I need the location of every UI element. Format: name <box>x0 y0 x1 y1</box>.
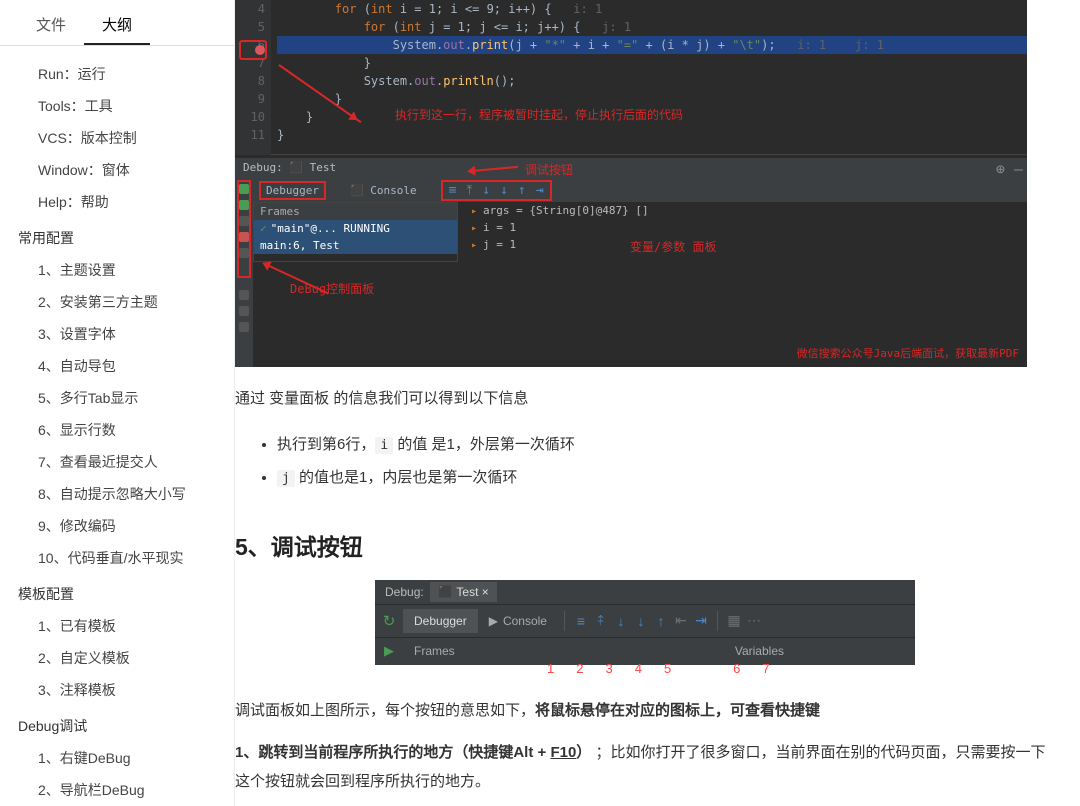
nav-item[interactable]: 6、显示行数 <box>0 414 234 446</box>
close-icon: ⊕ — <box>996 160 1023 178</box>
nav-item[interactable]: 1、主题设置 <box>0 254 234 286</box>
nav-item[interactable]: 3、注释模板 <box>0 674 234 706</box>
resume-icon: ▶ <box>375 643 403 659</box>
nav-item[interactable]: 2、安装第三方主题 <box>0 286 234 318</box>
nav-item[interactable]: VCS：版本控制 <box>0 122 234 154</box>
bullet-item: j 的值也是1，内层也是第一次循环 <box>277 461 1060 494</box>
bullet-list: 执行到第6行，i 的值 是1，外层第一次循环 j 的值也是1，内层也是第一次循环 <box>235 428 1060 494</box>
frame-row: "main"@... RUNNING <box>254 220 457 237</box>
step-over-icon: ⤉ <box>591 612 611 629</box>
show-exec-icon: ≡ <box>571 613 591 629</box>
console-tab: ⬛ Console <box>350 184 417 197</box>
nav-group-title[interactable]: 常用配置 <box>0 222 234 254</box>
debug-toolbar-screenshot: Debug: ⬛ Test × ↻ Debugger ▶Console ≡ ⤉ … <box>375 580 915 665</box>
code-editor: 4567 891011 for (int i = 1; i <= 9; i++)… <box>235 0 1027 155</box>
nav-item[interactable]: Run：运行 <box>0 58 234 90</box>
debug-toolbar: Debugger ⬛ Console ≡ ⤒ ↓ ↓ ↑ ⇥ <box>253 178 1027 202</box>
tab-outline[interactable]: 大纲 <box>84 6 150 45</box>
step-icon: ↓ <box>500 183 508 198</box>
evaluate-icon: ▦ <box>724 612 744 629</box>
rerun-icon: ↻ <box>375 612 403 630</box>
step-out-icon: ↑ <box>651 613 671 629</box>
sidebar: 文件 大纲 Run：运行 Tools：工具 VCS：版本控制 Window：窗体… <box>0 0 235 806</box>
line-gutter: 4567 891011 <box>235 0 271 155</box>
tb-toolbar-row: ↻ Debugger ▶Console ≡ ⤉ ↓ ↓ ↑ ⇤ ⇥ ▦ ⋯ <box>375 605 915 637</box>
frames-label: Frames <box>403 639 523 663</box>
variable-row: i = 1 <box>465 219 665 236</box>
debugger-tab: Debugger <box>259 181 326 200</box>
force-step-into-icon: ↓ <box>631 613 651 629</box>
annotation-text: 执行到这一行，程序被暂时挂起，停止执行后面的代码 <box>395 106 683 123</box>
sidebar-tabs: 文件 大纲 <box>0 0 234 46</box>
nav-item[interactable]: 2、导航栏DeBug <box>0 774 234 806</box>
tb-frames-row: ▶ Frames Variables <box>375 637 915 665</box>
ide-debug-screenshot: 4567 891011 for (int i = 1; i <= 9; i++)… <box>235 0 1027 367</box>
tab-file[interactable]: 文件 <box>18 6 84 45</box>
nav-item[interactable]: Window：窗体 <box>0 154 234 186</box>
paragraph: 调试面板如上图所示，每个按钮的意思如下，将鼠标悬停在对应的图标上，可查看快捷键 <box>235 697 1060 726</box>
nav: Run：运行 Tools：工具 VCS：版本控制 Window：窗体 Help：… <box>0 46 234 806</box>
step-icon: ⇥ <box>536 183 544 198</box>
nav-item[interactable]: 1、已有模板 <box>0 610 234 642</box>
drop-frame-icon: ⇤ <box>671 612 691 629</box>
nav-item[interactable]: 1、右键DeBug <box>0 742 234 774</box>
nav-item[interactable]: 8、自动提示忽略大小写 <box>0 478 234 510</box>
variable-row: args = {String[0]@487} [] <box>465 202 665 219</box>
frames-panel: Frames "main"@... RUNNING main:6, Test <box>253 202 458 262</box>
step-icon: ↑ <box>518 183 526 198</box>
frames-header: Frames <box>254 203 457 220</box>
nav-item[interactable]: 5、多行Tab显示 <box>0 382 234 414</box>
nav-item[interactable]: Help：帮助 <box>0 186 234 218</box>
step-into-icon: ↓ <box>611 613 631 629</box>
nav-item[interactable]: 9、修改编码 <box>0 510 234 542</box>
debug-step-icons: ≡ ⤒ ↓ ↓ ↑ ⇥ <box>441 180 552 201</box>
step-icon: ⤒ <box>467 183 473 198</box>
more-icon: ⋯ <box>744 612 764 629</box>
annotation-text: DeBug控制面板 <box>290 280 374 297</box>
paragraph: 1、跳转到当前程序所执行的地方（快捷键Alt + F10） ；比如你打开了很多窗… <box>235 739 1060 796</box>
annotation-text: 调试按钮 <box>525 161 573 178</box>
nav-item[interactable]: 10、代码垂直/水平现实 <box>0 542 234 574</box>
nav-item[interactable]: 4、自动导包 <box>0 350 234 382</box>
section-heading: 5、调试按钮 <box>235 528 1060 562</box>
bullet-item: 执行到第6行，i 的值 是1，外层第一次循环 <box>277 428 1060 461</box>
nav-item[interactable]: Tools：工具 <box>0 90 234 122</box>
nav-item[interactable]: 2、自定义模板 <box>0 642 234 674</box>
breakpoint-icon <box>255 45 265 55</box>
annotation-text: 变量/参数 面板 <box>630 238 716 255</box>
variables-label: Variables <box>724 639 795 663</box>
nav-group-title[interactable]: Debug调试 <box>0 710 234 742</box>
run-to-cursor-icon: ⇥ <box>691 612 711 629</box>
nav-item[interactable]: 7、查看最近提交人 <box>0 446 234 478</box>
tb-title-bar: Debug: ⬛ Test × <box>375 580 915 605</box>
console-tab: ▶Console <box>478 609 558 633</box>
nav-item[interactable]: 3、设置字体 <box>0 318 234 350</box>
nav-group-title[interactable]: 模板配置 <box>0 578 234 610</box>
step-icon: ≡ <box>449 183 457 198</box>
watermark-text: 微信搜索公众号Java后端面试，获取最新PDF <box>797 345 1019 361</box>
debugger-tab: Debugger <box>403 609 478 633</box>
paragraph: 通过 变量面板 的信息我们可以得到以下信息 <box>235 385 1060 414</box>
annotation-box <box>237 180 251 278</box>
debug-tab-bar: Debug: ⬛ Test <box>235 158 1027 178</box>
main-content: 4567 891011 for (int i = 1; i <= 9; i++)… <box>235 0 1080 806</box>
step-icon: ↓ <box>482 183 490 198</box>
frame-row: main:6, Test <box>254 237 457 254</box>
